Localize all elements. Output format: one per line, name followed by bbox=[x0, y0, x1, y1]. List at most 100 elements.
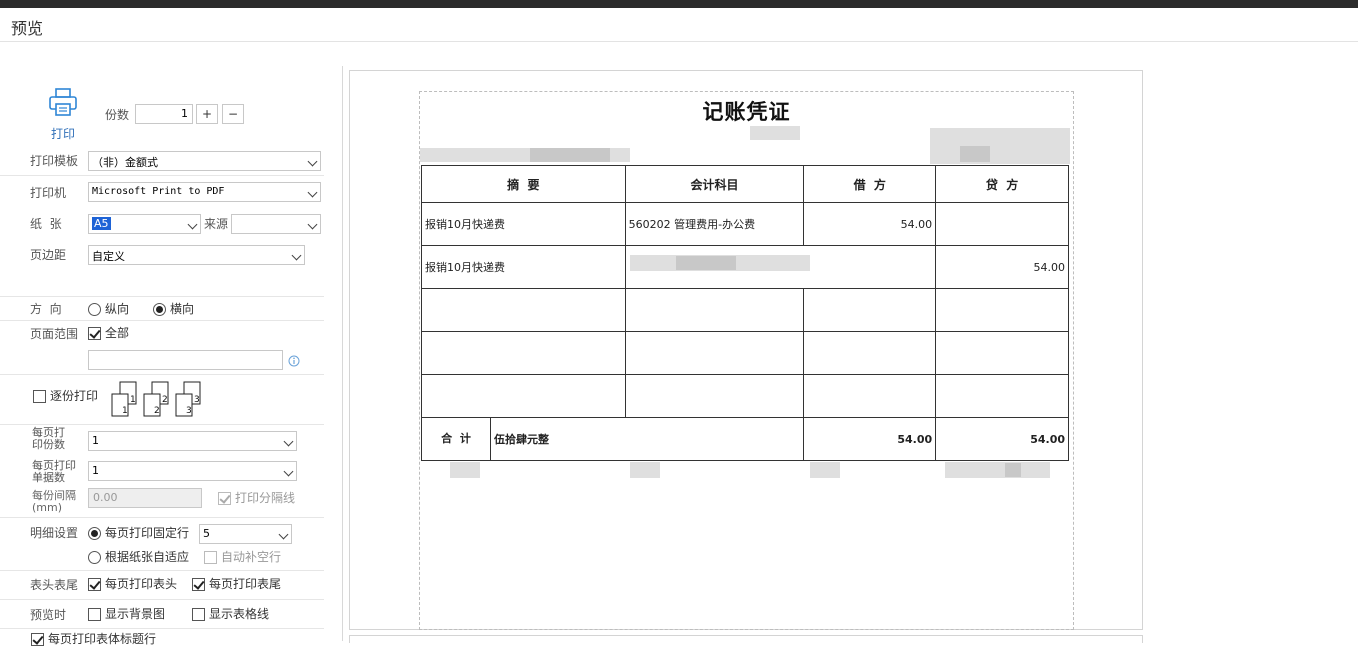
total-cell: 合 计 伍拾肆元整 bbox=[420, 417, 805, 461]
summary-cell bbox=[421, 331, 626, 375]
printer-value: Microsoft Print to PDF bbox=[92, 186, 225, 197]
redacted-text bbox=[676, 256, 736, 270]
per-page-docs-select[interactable]: 1 bbox=[88, 461, 297, 481]
background-checkbox[interactable] bbox=[88, 608, 101, 621]
account-cell bbox=[624, 374, 805, 418]
margin-select[interactable]: 自定义 bbox=[88, 245, 305, 265]
total-row: 合 计 伍拾肆元整 54.00 54.00 bbox=[420, 417, 1069, 461]
header-checkbox[interactable] bbox=[88, 578, 101, 591]
svg-text:2: 2 bbox=[154, 406, 160, 416]
page-range-all-label: 全部 bbox=[105, 326, 130, 340]
printer-label: 打印机 bbox=[30, 186, 67, 200]
redacted-text bbox=[945, 462, 1050, 478]
divider bbox=[0, 570, 324, 571]
grid-checkbox[interactable] bbox=[192, 608, 205, 621]
per-page-copies-label: 每页打印份数 bbox=[32, 426, 65, 451]
per-page-copies-value: 1 bbox=[92, 434, 99, 447]
summary-cell bbox=[421, 288, 626, 332]
printer-select[interactable]: Microsoft Print to PDF bbox=[88, 182, 321, 202]
summary-cell: 报销10月快递费 bbox=[421, 202, 626, 246]
dialog-title-bar: 预览 bbox=[0, 8, 1358, 42]
preview-page-next bbox=[349, 635, 1143, 643]
landscape-radio[interactable] bbox=[153, 303, 166, 316]
paper-select[interactable]: A5 bbox=[88, 214, 201, 234]
margin-label: 页边距 bbox=[30, 248, 67, 262]
table-row bbox=[421, 288, 1069, 332]
divider bbox=[0, 517, 324, 518]
fixed-rows-select[interactable]: 5 bbox=[199, 524, 292, 544]
credit-cell bbox=[935, 202, 1069, 246]
table-row bbox=[421, 374, 1069, 418]
redacted-text bbox=[630, 462, 660, 478]
divider-line-label: 打印分隔线 bbox=[235, 491, 296, 505]
auto-fill-checkbox[interactable] bbox=[204, 551, 217, 564]
page-range-input[interactable] bbox=[88, 350, 283, 370]
total-label: 合 计 bbox=[422, 418, 491, 460]
account-cell bbox=[624, 288, 805, 332]
total-words: 伍拾肆元整 bbox=[494, 433, 549, 446]
divider bbox=[0, 628, 324, 629]
chevron-down-icon bbox=[187, 219, 198, 230]
account-cell bbox=[624, 331, 805, 375]
paper-label: 纸 张 bbox=[30, 217, 62, 231]
divider-line-checkbox[interactable] bbox=[218, 492, 231, 505]
debit-cell bbox=[803, 288, 937, 332]
page-range-all-checkbox[interactable] bbox=[88, 327, 101, 340]
per-page-copies-select[interactable]: 1 bbox=[88, 431, 297, 451]
debit-cell bbox=[803, 245, 937, 289]
svg-text:2: 2 bbox=[162, 395, 168, 405]
fixed-rows-radio[interactable] bbox=[88, 527, 101, 540]
divider bbox=[0, 320, 324, 321]
page-range-label: 页面范围 bbox=[30, 327, 79, 341]
chevron-down-icon bbox=[307, 156, 318, 167]
summary-cell bbox=[421, 374, 626, 418]
summary-cell: 报销10月快递费 bbox=[421, 245, 626, 289]
source-label: 来源 bbox=[204, 217, 229, 231]
divider bbox=[0, 424, 324, 425]
auto-fit-radio[interactable] bbox=[88, 551, 101, 564]
background-label: 显示背景图 bbox=[105, 607, 166, 621]
table-title-row-label: 每页打印表体标题行 bbox=[48, 632, 157, 646]
col-account-header: 会计科目 bbox=[624, 165, 805, 203]
print-button[interactable]: 打印 bbox=[44, 88, 82, 144]
portrait-label: 纵向 bbox=[105, 302, 130, 316]
copy-gap-input[interactable]: 0.00 bbox=[88, 488, 202, 508]
orientation-label: 方 向 bbox=[30, 302, 62, 316]
info-icon[interactable] bbox=[288, 355, 300, 367]
chevron-down-icon bbox=[278, 529, 289, 540]
auto-fit-label: 根据纸张自适应 bbox=[105, 550, 190, 564]
divider bbox=[0, 296, 324, 297]
redacted-text bbox=[810, 462, 840, 478]
chevron-down-icon bbox=[291, 250, 302, 261]
copies-increment-button[interactable]: + bbox=[196, 104, 218, 124]
chevron-down-icon bbox=[307, 187, 318, 198]
collate-pages-icon: 11 22 33 bbox=[111, 381, 201, 417]
grid-label: 显示表格线 bbox=[209, 607, 270, 621]
per-page-docs-label: 每页打印单据数 bbox=[32, 459, 76, 484]
copies-decrement-button[interactable]: − bbox=[222, 104, 244, 124]
panel-divider bbox=[342, 66, 343, 641]
table-title-row-checkbox[interactable] bbox=[31, 633, 44, 646]
preview-options-label: 预览时 bbox=[30, 608, 67, 622]
col-summary-header: 摘 要 bbox=[421, 165, 626, 203]
landscape-label: 横向 bbox=[170, 302, 195, 316]
copy-gap-value: 0.00 bbox=[93, 491, 118, 504]
credit-cell bbox=[935, 374, 1069, 418]
svg-text:1: 1 bbox=[122, 406, 128, 416]
detail-label: 明细设置 bbox=[30, 526, 79, 540]
voucher-title: 记账凭证 bbox=[702, 99, 791, 124]
divider bbox=[0, 374, 324, 375]
margin-value: 自定义 bbox=[92, 250, 125, 263]
template-value: （非）金额式 bbox=[92, 156, 158, 169]
fixed-rows-value: 5 bbox=[203, 527, 210, 540]
footer-checkbox[interactable] bbox=[192, 578, 205, 591]
portrait-radio[interactable] bbox=[88, 303, 101, 316]
chevron-down-icon bbox=[283, 466, 294, 477]
col-debit-header: 借 方 bbox=[803, 165, 937, 203]
collate-checkbox[interactable] bbox=[33, 390, 46, 403]
svg-text:1: 1 bbox=[130, 395, 136, 405]
copies-input[interactable]: 1 bbox=[135, 104, 193, 124]
source-select[interactable] bbox=[231, 214, 321, 234]
template-select[interactable]: （非）金额式 bbox=[88, 151, 321, 171]
chevron-down-icon bbox=[307, 219, 318, 230]
